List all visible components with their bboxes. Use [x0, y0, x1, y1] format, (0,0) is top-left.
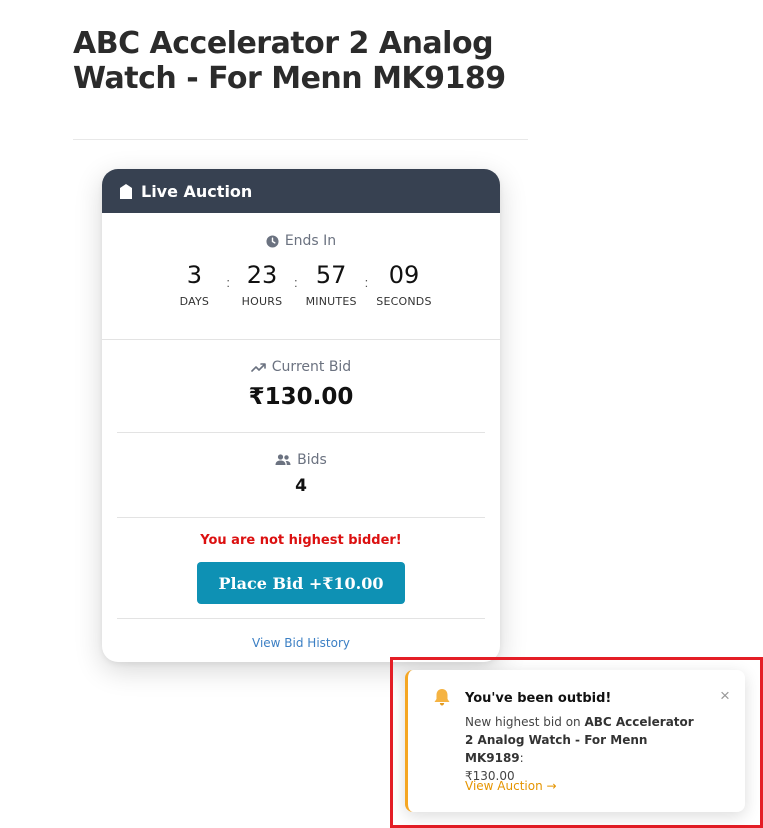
countdown-days-label: DAYS: [179, 295, 210, 308]
current-bid-label: Current Bid: [271, 359, 352, 375]
clock-icon: [266, 234, 279, 248]
users-icon: [275, 454, 291, 465]
trending-up-icon: [250, 362, 266, 372]
countdown-separator: :: [293, 275, 298, 290]
current-bid-value: ₹130.00: [248, 384, 354, 410]
view-bid-history-link[interactable]: View Bid History: [102, 636, 500, 650]
title-divider: [73, 139, 528, 140]
bids-count-value: 4: [295, 476, 307, 496]
countdown-hours: 23 HOURS: [238, 263, 286, 308]
auction-card: Live Auction Ends In 3 DAYS : 23 HOURS :…: [102, 169, 500, 662]
countdown-hours-value: 23: [246, 261, 278, 289]
countdown-section: Ends In 3 DAYS : 23 HOURS : 57 MINUTES :…: [102, 213, 500, 340]
countdown-separator: :: [226, 275, 230, 290]
notification-message-suffix: :: [519, 751, 524, 765]
notification-message-prefix: New highest bid on: [465, 715, 585, 729]
countdown-days-value: 3: [186, 261, 202, 289]
bidder-status-message: You are not highest bidder!: [200, 533, 402, 548]
countdown-minutes: 57 MINUTES: [306, 263, 357, 308]
bid-action-section: You are not highest bidder! Place Bid +₹…: [117, 518, 485, 619]
bids-label: Bids: [297, 452, 327, 468]
product-title: ABC Accelerator 2 Analog Watch - For Men…: [73, 26, 506, 96]
outbid-notification: You've been outbid! × New highest bid on…: [405, 670, 745, 812]
auction-card-header: Live Auction: [102, 169, 500, 213]
countdown-minutes-label: MINUTES: [305, 295, 357, 308]
view-auction-link[interactable]: View Auction →: [465, 779, 557, 793]
notification-title: You've been outbid!: [465, 691, 612, 706]
countdown-hours-label: HOURS: [241, 295, 283, 308]
current-bid-section: Current Bid ₹130.00: [117, 340, 485, 433]
close-icon[interactable]: ×: [720, 687, 730, 704]
countdown-seconds-label: SECONDS: [376, 295, 432, 308]
place-bid-button[interactable]: Place Bid +₹10.00: [197, 562, 405, 604]
notification-message: New highest bid on ABC Accelerator 2 Ana…: [465, 713, 705, 785]
countdown-timer: 3 DAYS : 23 HOURS : 57 MINUTES : 09 SECO…: [102, 263, 500, 308]
countdown-separator: :: [364, 275, 369, 290]
auction-header-label: Live Auction: [141, 181, 253, 201]
countdown-minutes-value: 57: [315, 261, 347, 289]
countdown-seconds-value: 09: [388, 261, 420, 289]
bell-icon: [434, 689, 450, 706]
countdown-days: 3 DAYS: [170, 263, 218, 308]
ends-in-label: Ends In: [284, 233, 337, 249]
bids-count-section: Bids 4: [117, 433, 485, 518]
auction-house-icon: [120, 183, 132, 199]
countdown-seconds: 09 SECONDS: [376, 263, 431, 308]
